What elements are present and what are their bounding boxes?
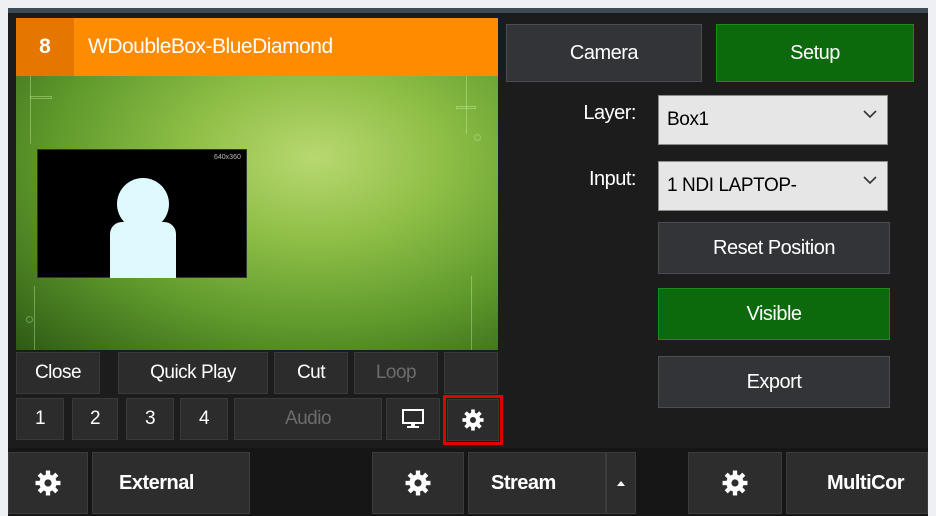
chevron-down-icon [863,106,877,122]
overlay-4-button[interactable]: 4 [180,398,228,440]
gear-icon [35,470,61,496]
reset-position-button[interactable]: Reset Position [658,222,890,274]
audio-button[interactable]: Audio [234,398,382,440]
visible-toggle-button[interactable]: Visible [658,288,890,340]
overlay-1-button[interactable]: 1 [16,398,64,440]
layer-label: Layer: [583,102,636,124]
export-button[interactable]: Export [658,356,890,408]
loop-button[interactable]: Loop [354,352,438,394]
chevron-down-icon [863,172,877,188]
circuit-line [466,76,477,134]
output-monitor-button[interactable] [386,398,440,440]
input-select-value: 1 NDI LAPTOP- [667,175,797,196]
external-settings-button[interactable] [8,452,88,514]
external-button[interactable]: External [92,452,250,514]
overlay-3-button[interactable]: 3 [126,398,174,440]
gear-icon [405,470,431,496]
multicorder-settings-button[interactable] [688,452,782,514]
input-label: Input: [588,168,637,190]
person-placeholder-body [110,222,176,278]
circuit-dot [26,316,33,323]
overlay-2-button[interactable]: 2 [72,398,118,440]
circuit-line [456,106,476,109]
stream-button[interactable]: Stream [468,452,606,514]
monitor-icon [402,409,424,428]
close-button[interactable]: Close [16,352,100,394]
chevron-up-icon [617,481,625,486]
stream-settings-button[interactable] [372,452,464,514]
multicorder-button[interactable]: MultiCor [786,452,928,514]
top-divider [8,8,928,13]
tab-camera[interactable]: Camera [506,24,702,82]
circuit-line [20,76,31,144]
layer-select[interactable]: Box1 [658,95,888,145]
blank-button[interactable] [444,352,498,394]
resolution-label: 640x360 [214,154,241,161]
highlight-box [443,395,503,445]
stream-dropdown-button[interactable] [606,452,636,514]
input-number: 8 [16,18,74,76]
gear-icon [722,470,748,496]
circuit-line [471,276,482,350]
input-select[interactable]: 1 NDI LAPTOP- [658,161,888,211]
cut-button[interactable]: Cut [274,352,348,394]
circuit-dot [474,134,481,141]
input-title: WDoubleBox-BlueDiamond [88,35,333,58]
circuit-line [30,96,52,99]
layer-select-value: Box1 [667,109,709,130]
quick-play-button[interactable]: Quick Play [118,352,268,394]
tab-setup[interactable]: Setup [716,24,914,82]
